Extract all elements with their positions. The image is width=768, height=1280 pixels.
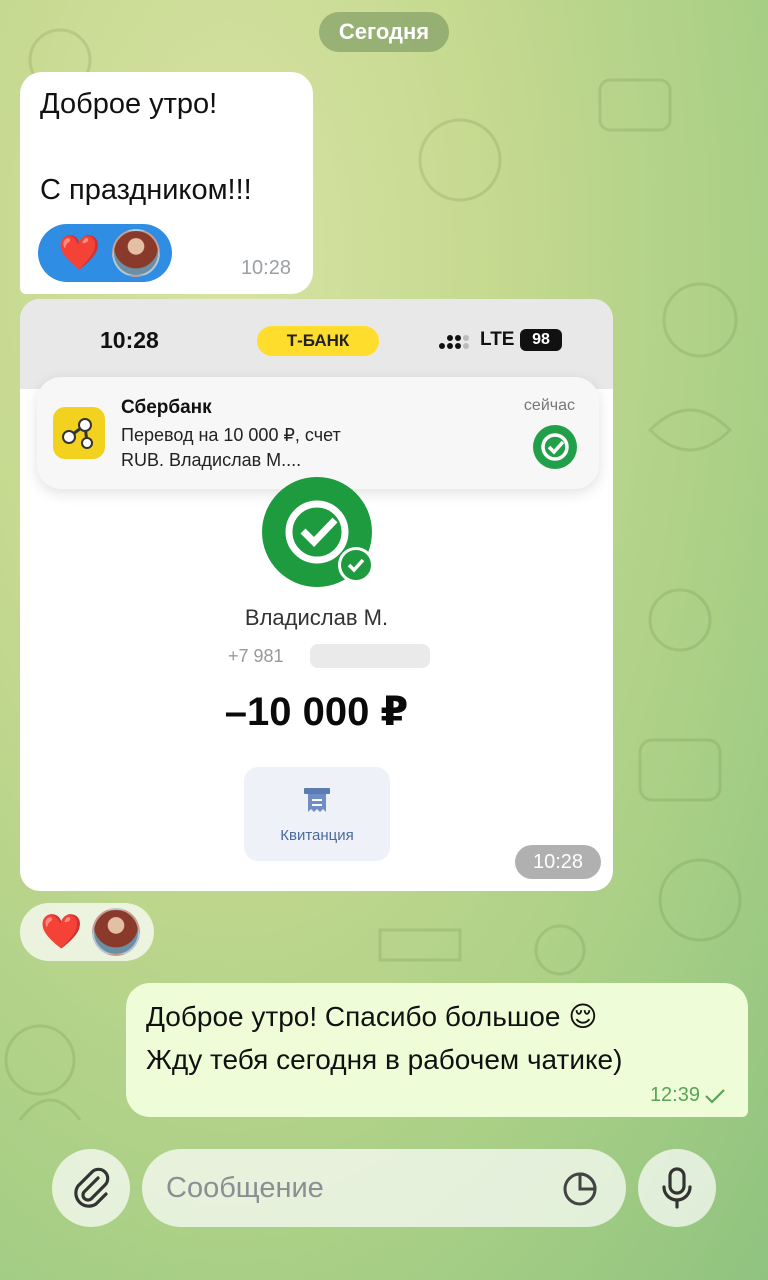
message-time: 10:28 bbox=[515, 845, 601, 879]
phone-redaction bbox=[310, 644, 430, 668]
push-notification: Сбербанк Перевод на 10 000 ₽, счет RUB. … bbox=[37, 377, 599, 489]
bank-badge: Т-БАНК bbox=[257, 326, 379, 356]
notification-time: сейчас bbox=[523, 397, 575, 414]
sber-check-icon bbox=[533, 425, 577, 469]
reaction-chip[interactable]: ❤️ bbox=[38, 224, 172, 282]
message-text: Жду тебя сегодня в рабочем чатике) bbox=[146, 1044, 623, 1075]
network-label: LTE bbox=[480, 329, 515, 350]
app-icon bbox=[53, 407, 105, 459]
transfer-amount: –10 000 ₽ bbox=[224, 690, 409, 734]
signal-icon bbox=[439, 335, 469, 349]
message-composer bbox=[0, 1140, 768, 1280]
heart-icon: ❤️ bbox=[58, 234, 101, 272]
message-status: 12:39 bbox=[650, 1084, 726, 1107]
message-time: 10:28 bbox=[240, 257, 291, 279]
paperclip-icon bbox=[74, 1167, 110, 1208]
check-icon bbox=[705, 1088, 725, 1104]
reaction-chip[interactable]: ❤️ bbox=[20, 903, 154, 961]
recipient-phone: +7 981 bbox=[228, 646, 284, 666]
date-separator: Сегодня bbox=[319, 12, 449, 52]
avatar bbox=[92, 908, 141, 956]
recipient-name: Владислав М. bbox=[244, 605, 389, 630]
message-text: Доброе утро! Спасибо большое 😌 bbox=[146, 1001, 598, 1032]
microphone-icon bbox=[662, 1167, 692, 1209]
incoming-message-bubble[interactable]: Доброе утро! С праздником!!! ❤️ 10:28 bbox=[20, 72, 313, 294]
photo-message[interactable]: 10:28 Т-БАНК LTE 98 Сбербанк Перевод на … bbox=[20, 299, 613, 891]
receipt-icon bbox=[304, 788, 330, 812]
message-text: Доброе утро! bbox=[40, 88, 218, 120]
status-time: 10:28 bbox=[100, 327, 159, 353]
notification-body: Перевод на 10 000 ₽, счет RUB. Владислав… bbox=[121, 423, 421, 473]
check-badge-icon bbox=[338, 547, 374, 583]
outgoing-message-bubble[interactable]: Доброе утро! Спасибо большое 😌 Жду тебя … bbox=[126, 983, 748, 1117]
notification-title: Сбербанк bbox=[121, 397, 212, 418]
phone-status-bar: 10:28 Т-БАНК LTE 98 bbox=[20, 299, 613, 389]
message-text: С праздником!!! bbox=[40, 174, 252, 206]
avatar bbox=[112, 229, 161, 277]
battery-icon: 98 bbox=[520, 329, 562, 351]
message-input-wrapper bbox=[142, 1149, 626, 1227]
heart-icon: ❤️ bbox=[40, 913, 83, 951]
message-input[interactable] bbox=[166, 1149, 546, 1227]
notification-line: RUB. Владислав М.... bbox=[121, 450, 302, 470]
message-time: 12:39 bbox=[649, 1084, 700, 1106]
notification-line: Перевод на 10 000 ₽, счет bbox=[121, 425, 341, 445]
receipt-button: Квитанция bbox=[244, 767, 390, 861]
receipt-label: Квитанция bbox=[280, 827, 354, 844]
sticker-icon[interactable] bbox=[560, 1169, 600, 1209]
microphone-button[interactable] bbox=[638, 1149, 716, 1227]
attach-button[interactable] bbox=[52, 1149, 130, 1227]
